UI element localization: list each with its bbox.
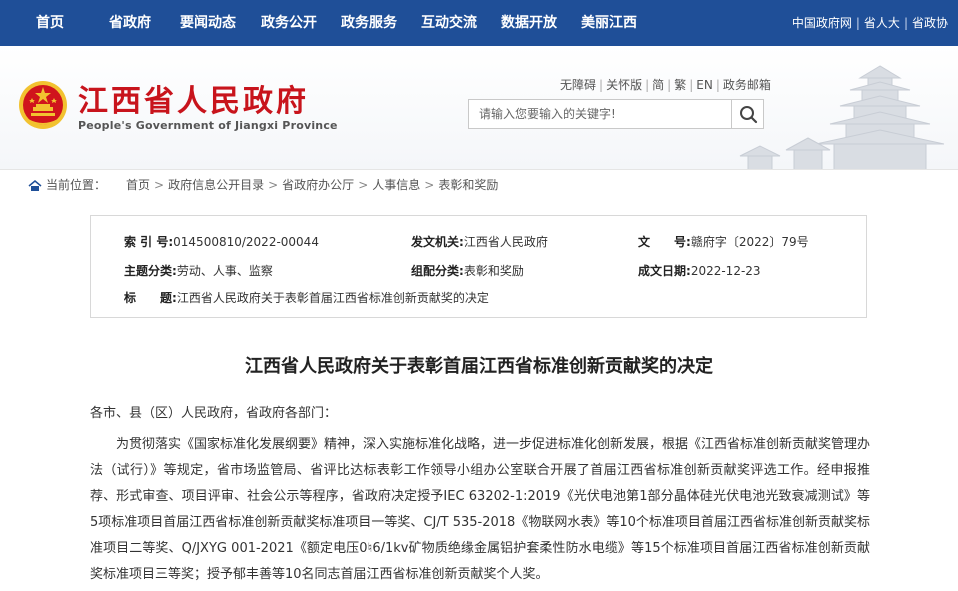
info-value: 表彰和奖励 [463,264,524,278]
info-value: 劳动、人事、监察 [176,264,273,278]
link-central-gov[interactable]: 中国政府网 [792,16,852,30]
site-title[interactable]: 江西省人民政府 [78,76,309,120]
breadcrumb-separator: > [424,178,435,192]
info-value: 014500810/2022-00044 [173,235,319,249]
breadcrumb: 当前位置： 首页 > 政府信息公开目录 > 省政府办公厅 > 人事信息 > 表彰和奖励 [28,176,498,192]
nav-item-home[interactable]: 首页 [36,0,64,46]
nav-item-open-data[interactable]: 数据开放 [501,0,557,46]
nav-item-interaction[interactable]: 互动交流 [421,0,477,46]
breadcrumb-separator: > [268,178,279,192]
nav-item-beautiful-jiangxi[interactable]: 美丽江西 [581,0,637,46]
location-icon [28,179,42,191]
national-emblem-icon [19,81,67,129]
divider: | [599,78,604,92]
info-label: 索 引 号: [124,235,174,249]
breadcrumb-separator: > [358,178,369,192]
article-paragraph: 为贯彻落实《国家标准化发展纲要》精神，深入实施标准化战略，进一步促进标准化创新发… [90,437,871,582]
top-links: 中国政府网 | 省人大 | 省政协 [792,0,948,46]
top-nav: 首页 省政府 要闻动态 政务公开 政务服务 互动交流 数据开放 美丽江西 中国政… [0,0,958,46]
site-header: 江西省人民政府 People's Government of Jiangxi P… [0,46,958,170]
info-issuer: 发文机关:江西省人民政府 [411,233,548,250]
divider: | [715,78,720,92]
info-value: 江西省人民政府 [463,235,548,249]
info-index-number: 索 引 号:014500810/2022-00044 [124,233,319,250]
divider: | [667,78,672,92]
breadcrumb-personnel-info[interactable]: 人事信息 [372,178,420,192]
english-link[interactable]: EN [696,78,713,92]
link-provincial-cppcc[interactable]: 省政协 [912,16,948,30]
accessibility-link[interactable]: 无障碍 [560,78,596,92]
divider: | [689,78,694,92]
info-date: 成文日期:2022-12-23 [638,262,761,279]
info-value: 江西省人民政府关于表彰首届江西省标准创新贡献奖的决定 [176,291,489,305]
breadcrumb-separator: > [154,178,165,192]
info-value: 赣府字〔2022〕79号 [690,235,809,249]
document-info-box: 索 引 号:014500810/2022-00044 发文机关:江西省人民政府 … [90,215,867,318]
breadcrumb-gov-info-catalog[interactable]: 政府信息公开目录 [168,178,264,192]
divider: | [855,16,860,30]
info-subject: 标 题:江西省人民政府关于表彰首届江西省标准创新贡献奖的决定 [124,289,489,306]
info-value: 2022-12-23 [690,264,761,278]
breadcrumb-home[interactable]: 首页 [126,178,150,192]
info-label: 主题分类: [124,264,177,278]
divider: | [903,16,908,30]
breadcrumb-commendation[interactable]: 表彰和奖励 [438,178,498,192]
nav-item-province-gov[interactable]: 省政府 [109,0,151,46]
search-input[interactable] [469,100,731,128]
care-mode-link[interactable]: 关怀版 [606,78,642,92]
simplified-chinese-link[interactable]: 简 [652,78,664,92]
traditional-chinese-link[interactable]: 繁 [674,78,686,92]
article-greeting: 各市、县（区）人民政府，省政府各部门： [90,406,338,421]
tengwang-pavilion-icon [739,65,945,169]
info-topic: 主题分类:劳动、人事、监察 [124,262,273,279]
info-label: 标 题: [124,291,177,305]
divider: | [645,78,650,92]
nav-item-news[interactable]: 要闻动态 [180,0,236,46]
info-category: 组配分类:表彰和奖励 [411,262,524,279]
site-subtitle: People's Government of Jiangxi Province [78,119,338,132]
info-label: 发文机关: [411,235,464,249]
info-label: 文 号: [638,235,691,249]
search-box [468,99,764,129]
nav-item-gov-affairs-open[interactable]: 政务公开 [261,0,317,46]
info-document-number: 文 号:赣府字〔2022〕79号 [638,233,809,250]
info-label: 组配分类: [411,264,464,278]
breadcrumb-general-office[interactable]: 省政府办公厅 [282,178,354,192]
article-title: 江西省人民政府关于表彰首届江西省标准创新贡献奖的决定 [245,356,713,377]
link-provincial-congress[interactable]: 省人大 [864,16,900,30]
breadcrumb-label: 当前位置： [46,178,107,192]
info-label: 成文日期: [638,264,691,278]
nav-item-gov-services[interactable]: 政务服务 [341,0,397,46]
